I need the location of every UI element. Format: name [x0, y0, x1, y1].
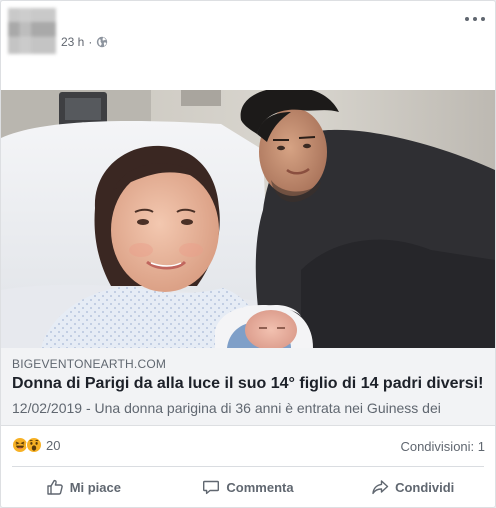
more-options-icon[interactable] — [465, 13, 485, 25]
wow-icon — [26, 437, 42, 453]
avatar-blurred[interactable] — [8, 8, 56, 54]
share-button[interactable]: Condividi — [330, 469, 495, 505]
globe-icon[interactable] — [96, 36, 108, 48]
reactions-summary[interactable]: 20 — [12, 437, 60, 453]
post-photo[interactable] — [1, 90, 495, 348]
action-bar: Mi piace Commenta Condividi — [1, 469, 495, 505]
like-button[interactable]: Mi piace — [1, 469, 166, 505]
thumbs-up-icon — [46, 478, 64, 496]
post-timestamp[interactable]: 23 h — [61, 35, 84, 49]
share-arrow-icon — [371, 478, 389, 496]
post-meta: 23 h · — [61, 35, 108, 49]
like-label: Mi piace — [69, 479, 121, 495]
meta-separator: · — [88, 35, 93, 49]
link-domain: BIGEVENTONEARTH.COM — [12, 357, 167, 371]
divider — [12, 466, 484, 467]
link-preview[interactable]: BIGEVENTONEARTH.COM Donna di Parigi da a… — [1, 348, 495, 426]
link-summary: 12/02/2019 - Una donna parigina di 36 an… — [12, 400, 441, 416]
link-headline[interactable]: Donna di Parigi da alla luce il suo 14° … — [12, 375, 490, 393]
comment-button[interactable]: Commenta — [166, 469, 331, 505]
post-card: 23 h · BIGEVENTONEARTH.COM Donna di Pari… — [0, 0, 496, 508]
reaction-count: 20 — [46, 437, 61, 453]
shares-count[interactable]: Condivisioni: 1 — [400, 439, 485, 454]
comment-icon — [202, 478, 220, 496]
share-label: Condividi — [395, 479, 455, 495]
comment-label: Commenta — [226, 479, 294, 495]
